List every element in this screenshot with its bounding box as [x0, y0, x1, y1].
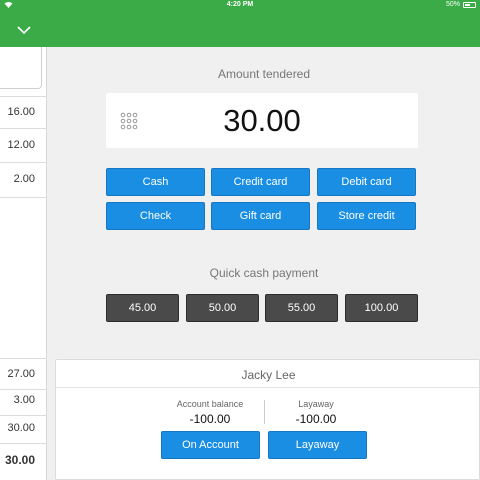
cart-line-total: 16.00: [7, 106, 35, 118]
quick-cash-button[interactable]: 50.00: [186, 294, 259, 322]
check-button[interactable]: Check: [106, 202, 205, 230]
account-balance-value: -100.00: [189, 412, 231, 426]
divider: [0, 96, 47, 97]
divider: [0, 415, 47, 416]
layaway-button[interactable]: Layaway: [268, 431, 367, 459]
divider: [264, 400, 265, 424]
divider: [0, 128, 47, 129]
grand-total-value: 30.00: [4, 453, 35, 467]
cart-search-box[interactable]: [0, 47, 42, 89]
quick-cash-button[interactable]: 100.00: [345, 294, 418, 322]
debit-card-button[interactable]: Debit card: [317, 168, 416, 196]
tax-value: 3.00: [13, 394, 35, 406]
on-account-button[interactable]: On Account: [161, 431, 260, 459]
amount-tendered-title: Amount tendered: [217, 67, 311, 81]
status-time: 4:20 PM: [226, 1, 254, 8]
divider: [56, 387, 479, 388]
amount-tendered-field[interactable]: 30.00: [106, 93, 418, 148]
layaway-label: Layaway: [298, 399, 334, 409]
total-value: 30.00: [7, 422, 35, 434]
cart-panel: 16.00 12.00 2.00 27.00 3.00 30.00 30.00: [0, 47, 47, 480]
payment-panel: Amount tendered 30.00 Cash Credit card D…: [48, 47, 480, 480]
cart-line-total: 2.00: [13, 173, 35, 185]
top-bar: 4:20 PM 50%: [0, 0, 480, 47]
divider: [0, 197, 47, 198]
quick-cash-button[interactable]: 45.00: [106, 294, 179, 322]
cart-line-total: 12.00: [7, 139, 35, 151]
credit-card-button[interactable]: Credit card: [211, 168, 310, 196]
cash-button[interactable]: Cash: [106, 168, 205, 196]
amount-value: 30.00: [223, 103, 301, 138]
gift-card-button[interactable]: Gift card: [211, 202, 310, 230]
layaway-value: -100.00: [295, 412, 337, 426]
account-balance-label: Account balance: [176, 399, 244, 409]
customer-card: Jacky Lee Account balance -100.00 Layawa…: [55, 359, 480, 480]
divider: [0, 443, 47, 444]
divider: [0, 389, 47, 390]
quick-cash-title: Quick cash payment: [209, 266, 319, 280]
divider: [0, 162, 47, 163]
divider: [0, 358, 47, 359]
quick-cash-button[interactable]: 55.00: [265, 294, 338, 322]
battery-percent: 50%: [445, 1, 460, 8]
battery-icon: [463, 2, 476, 8]
customer-name: Jacky Lee: [241, 368, 296, 382]
store-credit-button[interactable]: Store credit: [317, 202, 416, 230]
subtotal-value: 27.00: [7, 368, 35, 380]
chevron-down-icon[interactable]: [14, 24, 34, 38]
